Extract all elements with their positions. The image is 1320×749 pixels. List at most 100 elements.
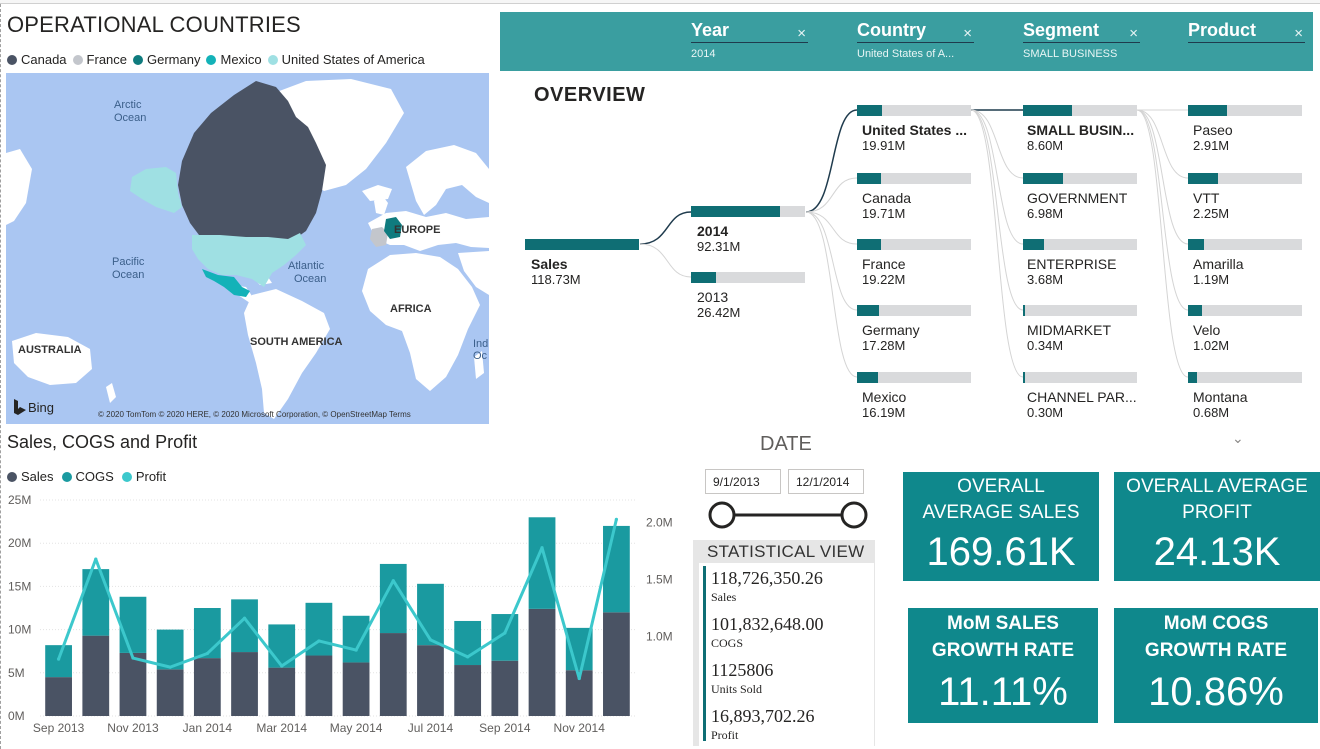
y2-tick-label: 1.0M (646, 629, 673, 643)
label-australia: AUSTRALIA (18, 344, 82, 356)
tree-node-product-montana[interactable]: Montana 0.68M (1188, 372, 1304, 420)
bar-sales (379, 633, 407, 716)
tree-node-bar (857, 305, 971, 316)
clear-filter-icon[interactable]: × (1294, 25, 1303, 42)
tree-node-label: VTT (1193, 190, 1220, 206)
profit-point (466, 655, 470, 659)
tree-node-segment-channel-partners[interactable]: CHANNEL PAR... 0.30M (1023, 372, 1139, 420)
tree-node-year-2014[interactable]: 2014 92.31M (691, 206, 807, 254)
tree-node-segment-enterprise[interactable]: ENTERPRISE 3.68M (1023, 239, 1139, 287)
tree-node-bar-fill (525, 239, 639, 250)
tree-node-label: Germany (862, 322, 920, 338)
tree-node-country-usa[interactable]: United States ... 19.91M (857, 105, 973, 153)
tree-node-label: Canada (862, 190, 912, 206)
tree-node-value: 1.19M (1193, 272, 1230, 287)
tree-node-product-velo[interactable]: Velo 1.02M (1188, 305, 1304, 353)
legend-item-cogs[interactable]: COGS (61, 469, 114, 484)
tree-node-country-mexico[interactable]: Mexico 16.19M (857, 372, 973, 420)
slider-end-handle[interactable] (840, 501, 868, 529)
tree-node-label: MIDMARKET (1027, 322, 1111, 338)
label-indian: Ind (473, 338, 488, 350)
tree-node-value: 92.31M (697, 239, 741, 254)
tree-node-value: 19.22M (862, 272, 906, 287)
date-start-input[interactable]: 9/1/2013 (705, 469, 781, 494)
legend-item-mexico[interactable]: Mexico (206, 52, 262, 67)
land-nz (106, 383, 116, 403)
legend-item-france[interactable]: France (72, 52, 127, 67)
date-end-input[interactable]: 12/1/2014 (788, 469, 864, 494)
kpi-card-avg-sales[interactable]: OVERALL AVERAGE SALES 169.61K (903, 472, 1099, 581)
clear-filter-icon[interactable]: × (797, 25, 806, 42)
tree-node-bar-fill (1188, 105, 1227, 116)
tree-node-product-vtt[interactable]: VTT 2.25M (1188, 173, 1304, 221)
kpi-card-mom-sales[interactable]: MoM SALES GROWTH RATE 11.11% (908, 608, 1098, 723)
tree-node-country-france[interactable]: France 19.22M (857, 239, 973, 287)
stat-sales: 118,726,350.26 Sales (711, 568, 823, 605)
slicer-product[interactable]: Product × (1188, 20, 1305, 48)
profit-point (56, 657, 61, 661)
tree-node-value: 0.30M (1027, 405, 1064, 420)
tree-node-bar (1188, 173, 1302, 184)
tree-node-year-2013[interactable]: 2013 26.42M (691, 272, 807, 320)
date-range-slider[interactable] (700, 500, 880, 532)
legend-dot (206, 54, 217, 65)
legend-item-usa[interactable]: United States of America (267, 52, 425, 67)
tree-node-sales[interactable]: Sales 118.73M (525, 239, 641, 287)
tree-node-product-paseo[interactable]: Paseo 2.91M (1188, 105, 1304, 153)
y2-tick-label: 2.0M (646, 516, 673, 530)
tree-node-segment-small-business[interactable]: SMALL BUSIN... 8.60M (1023, 105, 1139, 153)
profit-point (131, 656, 135, 660)
label-atlantic: Atlantic (288, 260, 325, 272)
country-usa-alaska[interactable] (130, 167, 182, 213)
filled-map[interactable]: Arctic Ocean Pacific Ocean Atlantic Ocea… (6, 73, 489, 424)
legend-item-germany[interactable]: Germany (133, 52, 200, 67)
map-canvas: Arctic Ocean Pacific Ocean Atlantic Ocea… (6, 79, 489, 419)
combo-chart[interactable]: 0M 5M 10M 15M 20M 25M 1.0M 1.5M 2.0M Sep 2013 Nov … (0, 486, 690, 748)
tree-link (805, 211, 858, 378)
stat-view-title: STATISTICAL VIEW (693, 540, 875, 564)
tree-node-bar-fill (857, 372, 878, 383)
slicer-year[interactable]: Year × 2014 (691, 20, 808, 60)
window-top-strip (0, 0, 1320, 4)
slider-start-handle[interactable] (708, 501, 736, 529)
kpi-value: 24.13K (1153, 530, 1281, 574)
label-pacific-2: Ocean (112, 269, 144, 281)
kpi-card-avg-profit[interactable]: OVERALL AVERAGE PROFIT 24.13K (1114, 472, 1320, 581)
slicer-country[interactable]: Country × United States of A... (857, 20, 974, 60)
legend-label: Germany (147, 52, 201, 67)
x-tick-label: May 2014 (330, 721, 383, 735)
tree-node-bar-fill (857, 105, 883, 116)
tree-node-segment-midmarket[interactable]: MIDMARKET 0.34M (1023, 305, 1139, 353)
bar-sales (82, 635, 110, 716)
stat-label: COGS (711, 636, 744, 650)
kpi-card-mom-cogs[interactable]: MoM COGS GROWTH RATE 10.86% (1114, 608, 1318, 723)
tree-node-country-canada[interactable]: Canada 19.71M (857, 173, 973, 221)
tree-node-label: SMALL BUSIN... (1027, 122, 1135, 138)
clear-filter-icon[interactable]: × (963, 25, 972, 42)
slicer-country-value: United States of A... (857, 48, 955, 60)
legend-dot (72, 54, 83, 65)
clear-filter-icon[interactable]: × (1129, 25, 1138, 42)
tree-node-label: Paseo (1193, 122, 1233, 138)
legend-item-profit[interactable]: Profit (121, 469, 166, 484)
tree-node-segment-government[interactable]: GOVERNMENT 6.98M (1023, 173, 1139, 221)
tree-node-country-germany[interactable]: Germany 17.28M (857, 305, 973, 353)
tree-node-value: 6.98M (1027, 206, 1064, 221)
tree-node-bar-fill (691, 206, 780, 217)
slicer-segment[interactable]: Segment × SMALL BUSINESS (1023, 20, 1140, 60)
label-indian-2: Oc (473, 350, 488, 362)
stat-value: 118,726,350.26 (711, 568, 823, 588)
tree-node-product-amarilla[interactable]: Amarilla 1.19M (1188, 239, 1304, 287)
bar-cogs (603, 525, 630, 613)
legend-item-canada[interactable]: Canada (7, 52, 67, 67)
profit-point (428, 638, 433, 642)
stat-view-panel[interactable]: 118,726,350.26 Sales 101,832,648.00 COGS… (693, 563, 875, 746)
tree-node-bar-fill (1188, 239, 1204, 250)
tree-node-value: 16.19M (862, 405, 906, 420)
legend-item-sales[interactable]: Sales (7, 469, 54, 484)
tree-node-value: 3.68M (1027, 272, 1064, 287)
slicer-year-value: 2014 (691, 48, 716, 60)
profit-point (577, 676, 581, 681)
expand-chevron-icon[interactable]: ⌄ (1232, 430, 1244, 447)
tree-link (970, 109, 1024, 245)
